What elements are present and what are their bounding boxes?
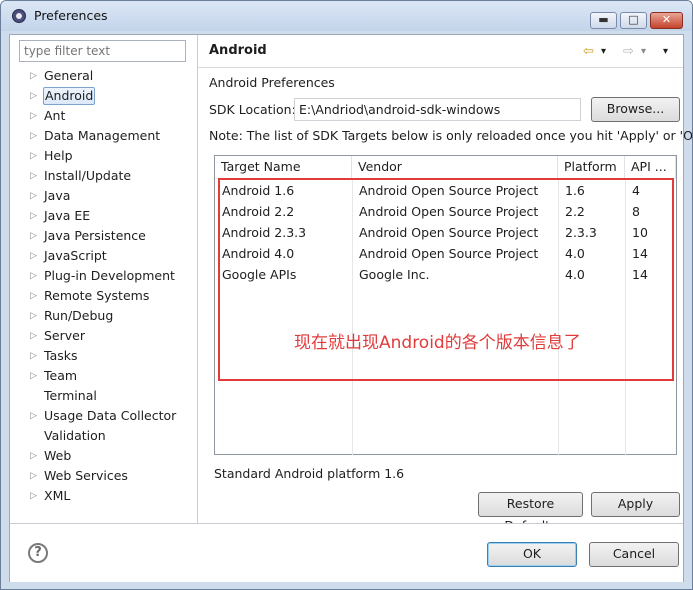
annotation-text: 现在就出现Android的各个版本信息了 (294, 333, 581, 353)
android-preferences-page: Android ⇦ ▾ ⇨ ▾ ▾ Android Preferences SD… (198, 35, 692, 533)
preferences-window: Preferences ▬ □ ✕ ▷ General ▷ Android ▷ Ant ▷ D… (0, 0, 693, 590)
column-header-target-name[interactable]: Target Name (215, 156, 352, 178)
back-dropdown-icon[interactable]: ▾ (601, 46, 606, 57)
tree-item-label: Web Services (44, 468, 128, 483)
expand-arrow-icon[interactable]: ▷ (30, 267, 37, 285)
page-title: Android (209, 43, 267, 58)
expand-arrow-icon[interactable]: ▷ (30, 187, 37, 205)
expand-arrow-icon[interactable]: ▷ (30, 367, 37, 385)
expand-arrow-icon[interactable]: ▷ (30, 307, 37, 325)
tree-item-label: Terminal (44, 388, 97, 403)
expand-arrow-icon[interactable]: ▷ (30, 347, 37, 365)
tree-item-label: Help (44, 148, 73, 163)
expand-arrow-icon[interactable]: ▷ (30, 207, 37, 225)
android-preferences-label: Android Preferences (209, 75, 335, 90)
restore-defaults-button[interactable]: Restore Defaults (478, 492, 583, 533)
expand-arrow-icon[interactable]: ▷ (30, 67, 37, 85)
maximize-button[interactable]: □ (620, 12, 647, 29)
expand-arrow-icon[interactable]: ▷ (30, 327, 37, 345)
back-arrow-icon[interactable]: ⇦ (583, 44, 594, 59)
tree-item-label: XML (44, 488, 71, 503)
minimize-button[interactable]: ▬ (590, 12, 617, 29)
help-icon[interactable]: ? (28, 543, 48, 563)
reload-note: Note: The list of SDK Targets below is o… (209, 128, 693, 143)
preferences-tree-panel: ▷ General ▷ Android ▷ Ant ▷ Data Management ▷ Hel… (10, 35, 198, 523)
tree-item-label: Server (44, 328, 85, 343)
tree-item-label: Java (44, 188, 71, 203)
target-description: Standard Android platform 1.6 (214, 466, 405, 481)
sdk-location-input[interactable]: E:\Andriod\android-sdk-windows (294, 98, 581, 121)
close-button[interactable]: ✕ (650, 12, 683, 29)
title-bar: Preferences ▬ □ ✕ (1, 1, 692, 31)
column-header-platform[interactable]: Platform (558, 156, 625, 178)
eclipse-app-icon (12, 9, 26, 23)
expand-arrow-icon[interactable]: ▷ (30, 467, 37, 485)
tree-item-label: JavaScript (44, 248, 107, 263)
tree-item-label: Team (44, 368, 78, 383)
tree-item-label: Validation (44, 428, 106, 443)
dialog-client: ▷ General ▷ Android ▷ Ant ▷ Data Management ▷ Hel… (9, 34, 692, 582)
column-header-api[interactable]: API ... (625, 156, 676, 178)
expand-arrow-icon[interactable]: ▷ (30, 107, 37, 125)
expand-arrow-icon[interactable]: ▷ (30, 487, 37, 505)
expand-arrow-icon[interactable]: ▷ (30, 147, 37, 165)
expand-arrow-icon[interactable]: ▷ (30, 287, 37, 305)
tree-item-label: Web (44, 448, 72, 463)
tree-item-label: Java EE (44, 208, 91, 223)
expand-arrow-icon[interactable]: ▷ (30, 227, 37, 245)
filter-input[interactable] (19, 40, 186, 62)
browse-button[interactable]: Browse... (591, 97, 680, 122)
tree-item-label: Data Management (44, 128, 161, 143)
expand-arrow-icon[interactable]: ▷ (30, 447, 37, 465)
apply-button[interactable]: Apply (591, 492, 680, 517)
tree-item-label: Tasks (44, 348, 78, 363)
expand-arrow-icon[interactable]: ▷ (30, 87, 37, 105)
expand-arrow-icon[interactable]: ▷ (30, 247, 37, 265)
ok-button[interactable]: OK (487, 542, 577, 567)
view-menu-icon[interactable]: ▾ (663, 46, 668, 57)
forward-arrow-icon[interactable]: ⇨ (623, 44, 634, 59)
tree-item-label: Run/Debug (44, 308, 114, 323)
tree-item-label: Usage Data Collector (44, 408, 177, 423)
tree-item-label: Install/Update (44, 168, 132, 183)
tree-item-label: Remote Systems (44, 288, 150, 303)
tree-item-label: General (44, 68, 94, 83)
expand-arrow-icon[interactable]: ▷ (30, 167, 37, 185)
expand-arrow-icon[interactable]: ▷ (30, 407, 37, 425)
window-title: Preferences (34, 8, 108, 23)
expand-arrow-icon[interactable]: ▷ (30, 127, 37, 145)
sdk-location-label: SDK Location: (209, 102, 296, 117)
forward-dropdown-icon[interactable]: ▾ (641, 46, 646, 57)
page-header: Android ⇦ ▾ ⇨ ▾ ▾ (198, 35, 683, 68)
tree-item-label: Plug-in Development (44, 268, 175, 283)
tree-item-label: Ant (44, 108, 66, 123)
cancel-button[interactable]: Cancel (589, 542, 679, 567)
tree-item-label: Java Persistence (44, 228, 146, 243)
tree-item-label: Android (43, 87, 96, 105)
column-header-vendor[interactable]: Vendor (352, 156, 558, 178)
dialog-button-bar: ? OK Cancel (10, 523, 683, 582)
